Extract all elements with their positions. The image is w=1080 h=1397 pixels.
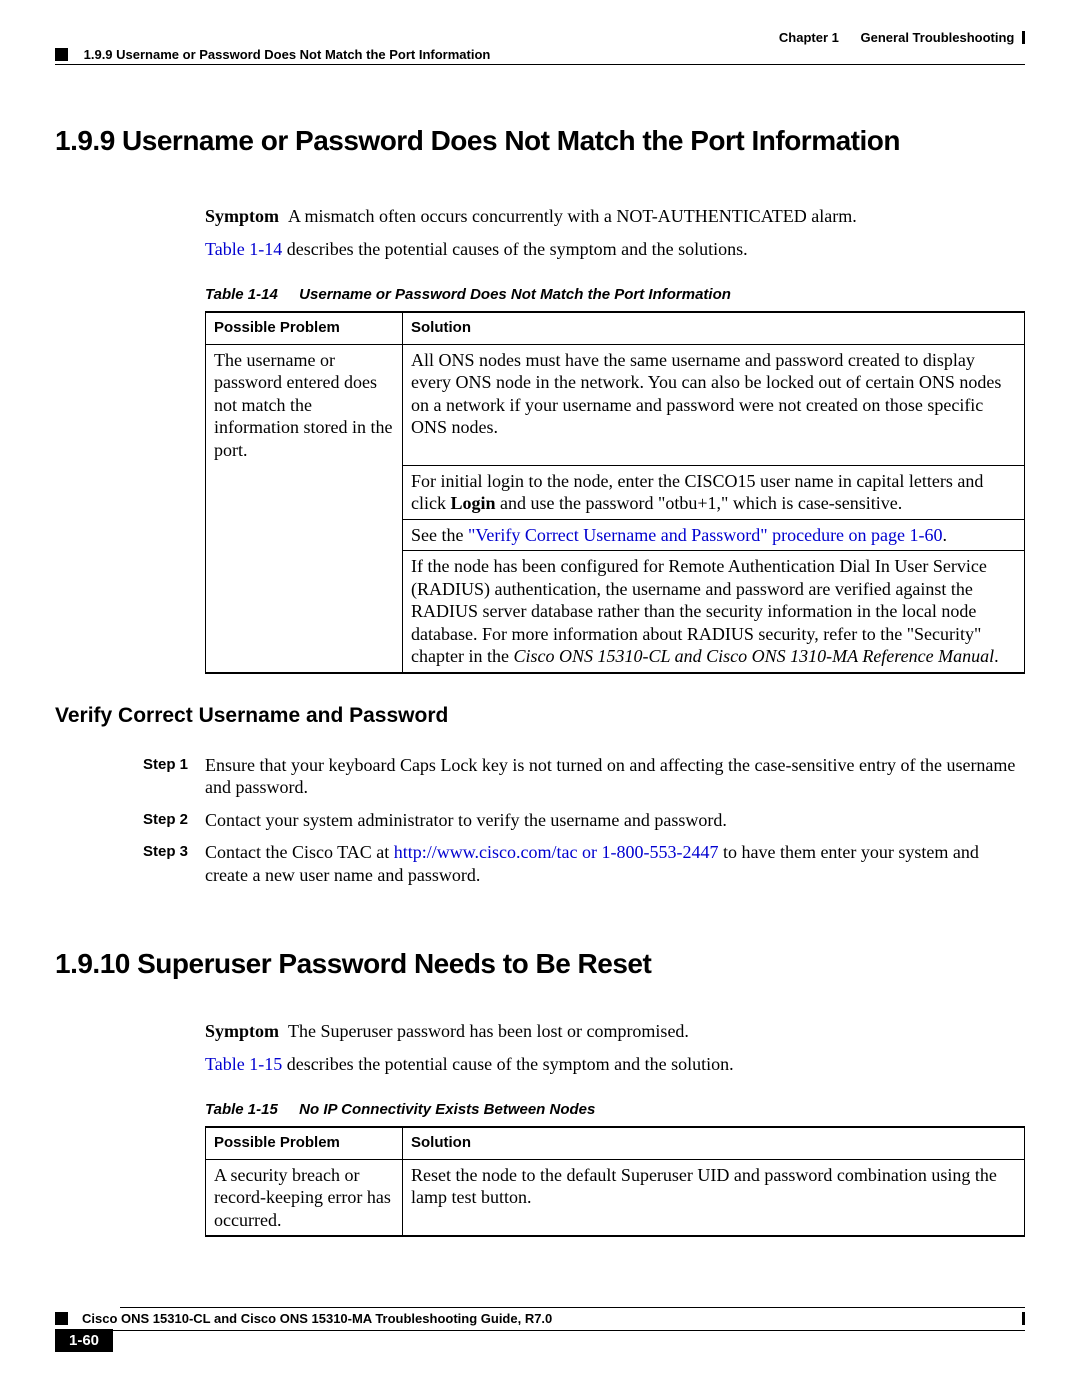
page-number: 1-60	[55, 1329, 113, 1352]
th-solution-115: Solution	[403, 1127, 1025, 1159]
header-rule-mark	[1022, 31, 1025, 44]
td-sol1-199: All ONS nodes must have the same usernam…	[403, 344, 1025, 465]
table-ref-link[interactable]: Table 1-14	[205, 239, 282, 259]
footer-box-icon	[55, 1312, 68, 1325]
table-intro-1910: Table 1-15 describes the potential cause…	[205, 1053, 1025, 1076]
running-header: 1.9.9 Username or Password Does Not Matc…	[55, 47, 490, 62]
table-ref-link-115[interactable]: Table 1-15	[205, 1054, 282, 1074]
section-1910-heading: 1.9.10 Superuser Password Needs to Be Re…	[55, 948, 1025, 980]
th-problem-115: Possible Problem	[206, 1127, 403, 1159]
section-199-heading: 1.9.9 Username or Password Does Not Matc…	[55, 125, 1025, 157]
td-sol4-199: If the node has been configured for Remo…	[403, 551, 1025, 673]
table-115: Possible Problem Solution A security bre…	[205, 1126, 1025, 1237]
header-chapter: Chapter 1 General Troubleshooting	[779, 30, 1025, 45]
th-solution: Solution	[403, 312, 1025, 344]
td-sol3-199: See the "Verify Correct Username and Pas…	[403, 519, 1025, 551]
step-1: Step 1 Ensure that your keyboard Caps Lo…	[143, 754, 1025, 799]
page-footer: Cisco ONS 15310-CL and Cisco ONS 15310-M…	[55, 1307, 1025, 1352]
table-caption-114: Table 1-14 Username or Password Does Not…	[205, 286, 1025, 305]
symptom-199: Symptom A mismatch often occurs concurre…	[205, 205, 1025, 228]
step-2: Step 2 Contact your system administrator…	[143, 809, 1025, 832]
td-problem-1910: A security breach or record-keeping erro…	[206, 1159, 403, 1236]
verify-steps: Step 1 Ensure that your keyboard Caps Lo…	[143, 754, 1025, 887]
cisco-tac-link[interactable]: http://www.cisco.com/tac or 1-800-553-24…	[394, 842, 719, 862]
th-problem: Possible Problem	[206, 312, 403, 344]
verify-heading: Verify Correct Username and Password	[55, 704, 1025, 728]
footer-bar-icon	[1022, 1312, 1025, 1325]
step-3: Step 3 Contact the Cisco TAC at http://w…	[143, 841, 1025, 886]
header-box-icon	[55, 48, 68, 61]
td-sol2-199: For initial login to the node, enter the…	[403, 465, 1025, 519]
td-sol-1910: Reset the node to the default Superuser …	[403, 1159, 1025, 1236]
table-caption-115: Table 1-15 No IP Connectivity Exists Bet…	[205, 1101, 1025, 1120]
symptom-1910: Symptom The Superuser password has been …	[205, 1020, 1025, 1043]
table-intro-199: Table 1-14 describes the potential cause…	[205, 238, 1025, 261]
table-114: Possible Problem Solution The username o…	[205, 311, 1025, 674]
footer-doc-title: Cisco ONS 15310-CL and Cisco ONS 15310-M…	[82, 1311, 1022, 1326]
td-problem-199: The username or password entered does no…	[206, 344, 403, 465]
verify-proc-link[interactable]: "Verify Correct Username and Password" p…	[468, 525, 943, 545]
